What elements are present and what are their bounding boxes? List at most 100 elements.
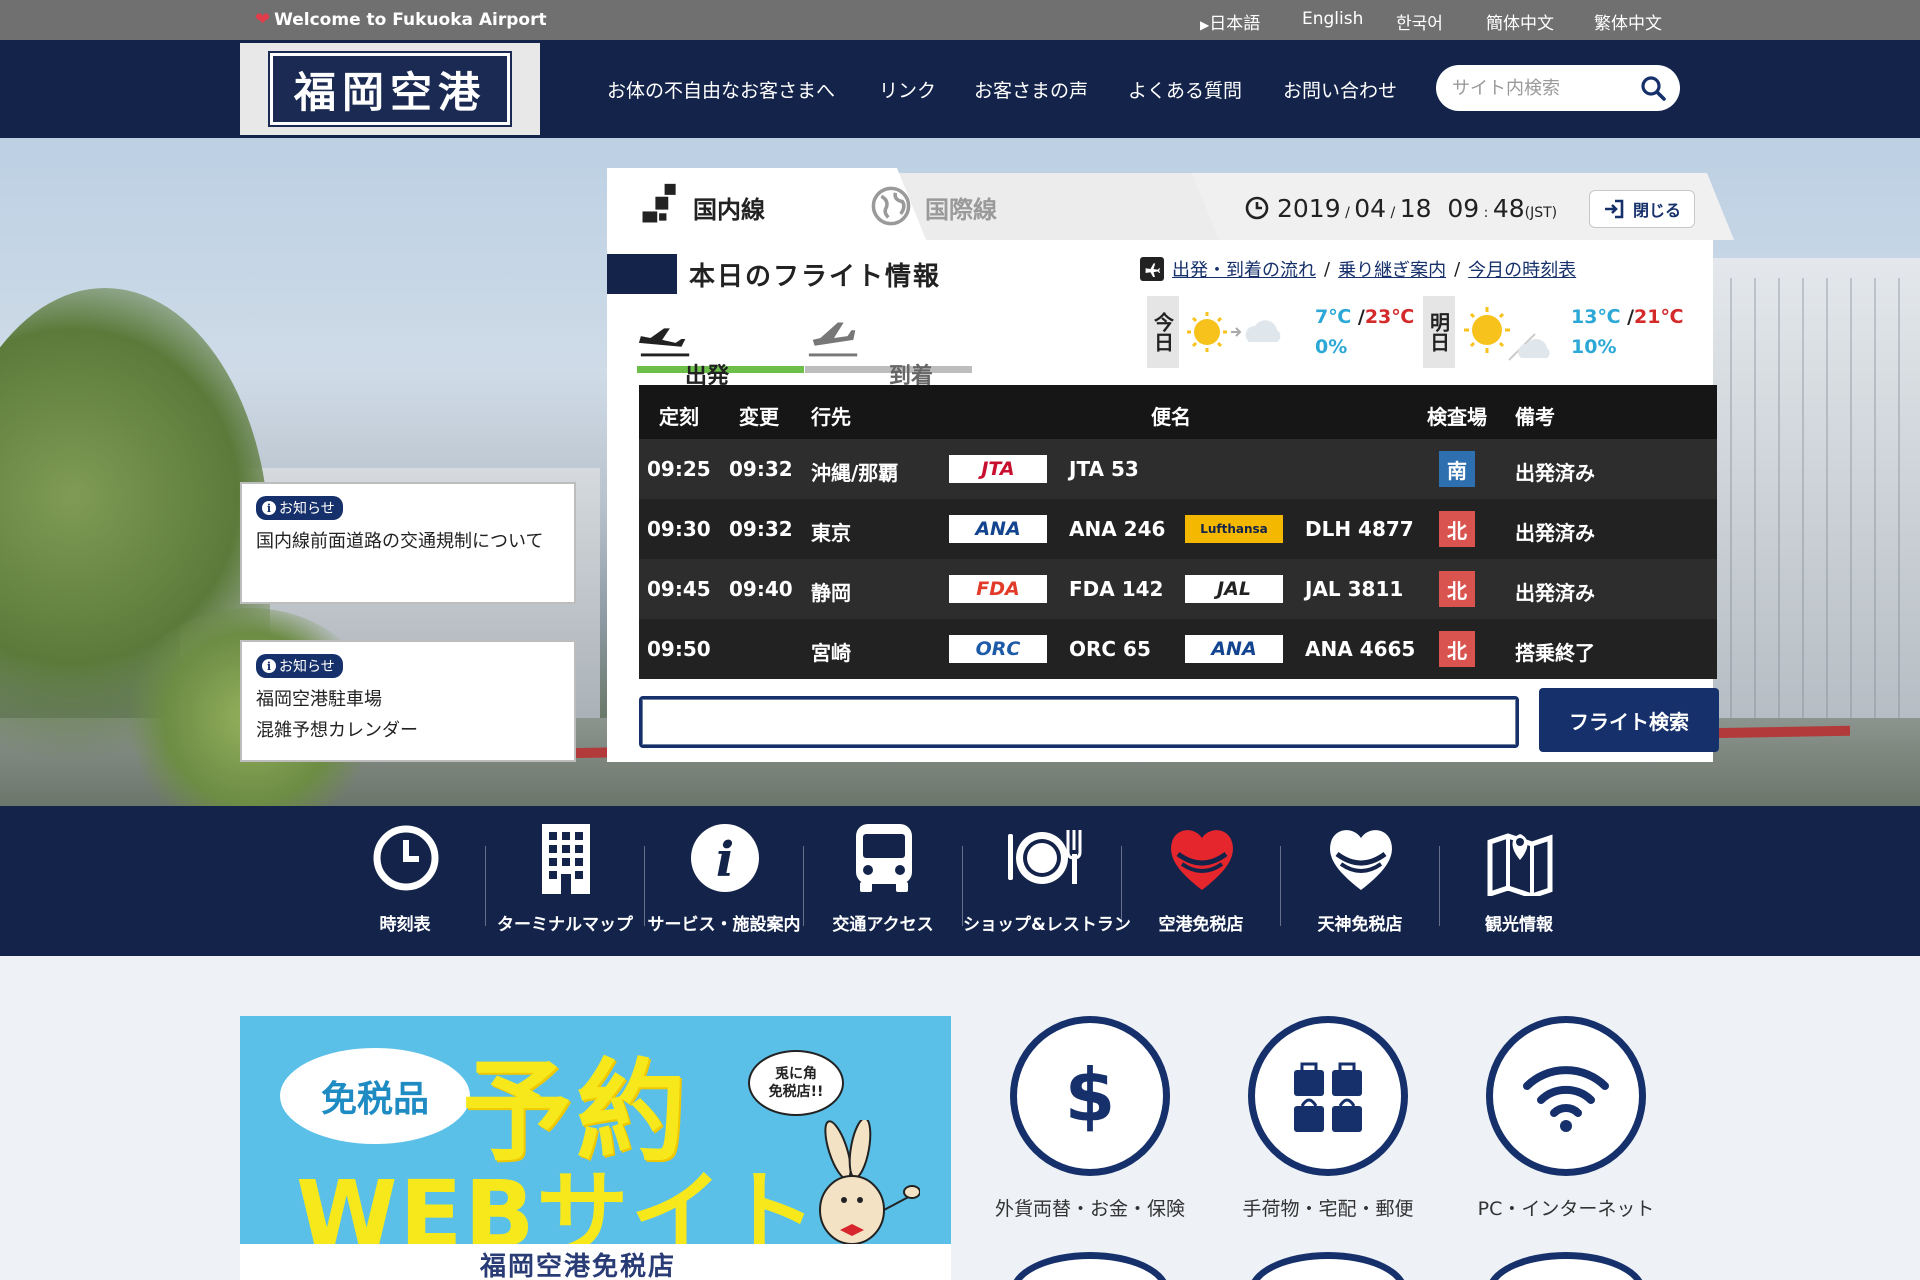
airline-logo: ANA	[949, 515, 1047, 543]
codeshare-airline-logo: JAL	[1185, 575, 1283, 603]
site-logo-link[interactable]: 福岡空港	[240, 43, 540, 135]
link-departure-arrival-flow[interactable]: 出発・到着の流れ	[1172, 256, 1316, 282]
nav-links[interactable]: リンク	[879, 76, 936, 103]
nav-accessibility[interactable]: お体の不自由なお客さまへ	[607, 76, 835, 103]
service-currency-exchange[interactable]: $ 外貨両替・お金・保険	[980, 1016, 1200, 1246]
flight-number: FDA 142	[1069, 577, 1164, 601]
airplane-icon	[1140, 257, 1164, 281]
nav-shops-restaurants[interactable]: ショップ&レストラン	[963, 806, 1131, 956]
lang-traditional-chinese[interactable]: 繁体中文	[1594, 9, 1662, 34]
flight-row[interactable]: 09:50 宮崎 ORC ORC 65 ANA ANA 4665 北 搭乗終了	[639, 619, 1717, 679]
exit-icon	[1604, 199, 1624, 219]
codeshare-flight-number: JAL 3811	[1305, 577, 1404, 601]
changed-time: 09:32	[729, 517, 793, 541]
tab-domestic[interactable]: 国内線	[637, 180, 837, 232]
welcome-text: Welcome to Fukuoka Airport	[274, 9, 547, 30]
flight-number: JTA 53	[1069, 457, 1139, 481]
nav-faq[interactable]: よくある質問	[1128, 76, 1242, 103]
codeshare-flight-number: ANA 4665	[1305, 637, 1416, 661]
col-scheduled: 定刻	[659, 405, 699, 429]
nav-terminal-map[interactable]: ターミナルマップ	[486, 806, 644, 956]
lang-japanese[interactable]: ▶日本語	[1200, 9, 1260, 34]
rain-chance: 0%	[1315, 336, 1348, 358]
lang-korean[interactable]: 한국어	[1396, 9, 1443, 34]
flight-search-input[interactable]	[639, 696, 1519, 748]
clock-icon	[1245, 196, 1269, 220]
nav-airport-duty-free[interactable]: 空港免税店	[1122, 806, 1280, 956]
weather-day-label: 今日	[1147, 296, 1179, 368]
lang-simplified-chinese[interactable]: 簡体中文	[1486, 9, 1554, 34]
takeoff-icon	[638, 328, 690, 357]
duty-free-reservation-banner[interactable]: 免税品 予約 WEBサイト 兎に角 免税店!! 福岡空港免税店	[240, 1016, 951, 1280]
scheduled-time: 09:45	[647, 577, 711, 601]
nav-tourism[interactable]: 観光情報	[1440, 806, 1598, 956]
service-circle-partial	[1010, 1252, 1170, 1280]
nav-contact[interactable]: お問い合わせ	[1283, 76, 1397, 103]
luggage-icon	[1294, 1062, 1362, 1132]
notice-badge: i お知らせ	[256, 496, 343, 520]
link-transfer-guide[interactable]: 乗り継ぎ案内	[1338, 256, 1446, 282]
codeshare-airline-logo: ANA	[1185, 635, 1283, 663]
flight-row[interactable]: 09:30 09:32 東京 ANA ANA 246 Lufthansa DLH 4877 北…	[639, 499, 1717, 559]
site-header: 福岡空港 お体の不自由なお客さまへ リンク お客さまの声 よくある質問 お問い合…	[0, 40, 1920, 138]
flight-remark: 出発済み	[1515, 521, 1595, 545]
svg-text:$: $	[1065, 1058, 1116, 1134]
heart-white-icon	[1330, 830, 1392, 890]
nav-services[interactable]: i サービス・施設案内	[645, 806, 803, 956]
dollar-icon: $	[1065, 1058, 1116, 1134]
notice-parking-calendar[interactable]: i お知らせ 福岡空港駐車場 混雑予想カレンダー	[240, 640, 576, 762]
temp-high: 21℃	[1634, 306, 1684, 328]
link-monthly-timetable[interactable]: 今月の時刻表	[1468, 256, 1576, 282]
dining-icon	[1008, 830, 1082, 884]
nav-customer-voice[interactable]: お客さまの声	[974, 76, 1088, 103]
service-circle-partial	[1248, 1252, 1408, 1280]
tab-international[interactable]: 国際線	[869, 180, 1069, 232]
heart-red-icon	[1171, 830, 1233, 890]
temp-low: 7℃	[1315, 306, 1352, 328]
destination: 沖縄/那覇	[811, 461, 899, 485]
flight-table-header: 定刻 変更 行先 便名 検査場 備考	[639, 385, 1717, 439]
codeshare-flight-number: DLH 4877	[1305, 517, 1414, 541]
scheduled-time: 09:30	[647, 517, 711, 541]
current-datetime: 2019 / 04 / 18 09 : 48(JST)	[1277, 194, 1558, 223]
flight-table: 定刻 変更 行先 便名 検査場 備考 09:25 09:32 沖縄/那覇 JTA JTA…	[639, 385, 1717, 679]
nav-tenjin-duty-free[interactable]: 天神免税店	[1281, 806, 1439, 956]
flight-search-button[interactable]: フライト検索	[1539, 688, 1719, 752]
scheduled-time: 09:25	[647, 457, 711, 481]
col-remarks: 備考	[1515, 405, 1555, 429]
service-pc-internet[interactable]: PC・インターネット	[1456, 1016, 1676, 1246]
flight-search-field[interactable]	[642, 699, 1516, 745]
nav-timetable[interactable]: 時刻表	[326, 806, 484, 956]
destination: 静岡	[811, 581, 851, 605]
destination: 東京	[811, 521, 851, 545]
flight-row[interactable]: 09:25 09:32 沖縄/那覇 JTA JTA 53 南 出発済み	[639, 439, 1717, 499]
section-marker	[607, 254, 677, 294]
notice-traffic-regulation[interactable]: i お知らせ 国内線前面道路の交通規制について	[240, 482, 576, 604]
site-search-input[interactable]	[1452, 73, 1632, 103]
tab-international-label: 国際線	[925, 196, 997, 224]
col-security-gate: 検査場	[1427, 405, 1487, 429]
flight-info-links: 出発・到着の流れ / 乗り継ぎ案内 / 今月の時刻表	[1140, 256, 1576, 282]
flight-remark: 出発済み	[1515, 461, 1595, 485]
col-destination: 行先	[811, 405, 851, 429]
flight-row[interactable]: 09:45 09:40 静岡 FDA FDA 142 JAL JAL 3811 北 出発済み	[639, 559, 1717, 619]
service-baggage-delivery[interactable]: 手荷物・宅配・郵便	[1218, 1016, 1438, 1246]
sunny-then-cloudy-icon	[1464, 307, 1550, 361]
rabbit-mascot-icon	[819, 1120, 920, 1245]
close-panel-button[interactable]: 閉じる	[1589, 190, 1695, 228]
wifi-icon	[1523, 1066, 1609, 1132]
flight-number: ORC 65	[1069, 637, 1151, 661]
temp-low: 13℃	[1571, 306, 1621, 328]
info-icon: i	[691, 824, 759, 892]
notice-text: 国内線前面道路の交通規制について	[256, 531, 544, 552]
temp-high: 23℃	[1364, 306, 1415, 328]
search-icon[interactable]	[1640, 75, 1666, 101]
security-gate-badge: 北	[1439, 511, 1475, 547]
flight-remark: 搭乗終了	[1515, 641, 1595, 665]
notice-text: 福岡空港駐車場 混雑予想カレンダー	[256, 689, 418, 741]
nav-access[interactable]: 交通アクセス	[804, 806, 962, 956]
scheduled-time: 09:50	[647, 637, 711, 661]
rain-chance: 10%	[1571, 336, 1617, 358]
lang-english[interactable]: English	[1302, 9, 1363, 29]
clock-icon	[373, 825, 439, 891]
